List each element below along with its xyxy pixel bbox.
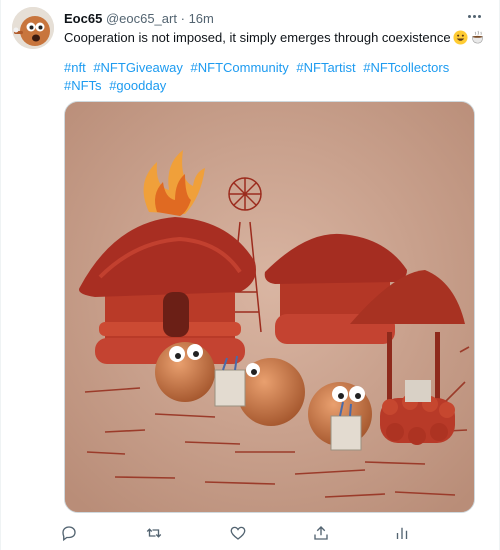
hashtag-link[interactable]: #NFTGiveaway bbox=[93, 60, 183, 75]
hot-beverage-icon bbox=[470, 30, 486, 50]
hashtag-link[interactable]: #NFTartist bbox=[296, 60, 355, 75]
reply-icon[interactable] bbox=[58, 522, 80, 544]
tweet-header: Eoc65 @eoc65_art · 16m bbox=[64, 10, 487, 28]
tweet-media-image[interactable] bbox=[64, 101, 475, 513]
grinning-face-icon bbox=[453, 30, 468, 50]
tweet-card[interactable]: Eoc65 @eoc65_art · 16m Cooperation is no… bbox=[0, 0, 500, 550]
retweet-icon[interactable] bbox=[143, 522, 165, 544]
avatar-image bbox=[12, 7, 54, 49]
hashtag-link[interactable]: #nft bbox=[64, 60, 86, 75]
hashtag-link[interactable]: #NFTcollectors bbox=[363, 60, 449, 75]
heart-icon[interactable] bbox=[227, 522, 249, 544]
nft-artwork bbox=[65, 102, 474, 512]
tweet-text: Cooperation is not imposed, it simply em… bbox=[64, 29, 483, 50]
share-icon[interactable] bbox=[310, 522, 332, 544]
timestamp[interactable]: 16m bbox=[189, 11, 214, 26]
hashtag-list: #nft #NFTGiveaway #NFTCommunity #NFTarti… bbox=[64, 59, 484, 95]
tweet-actions bbox=[62, 522, 424, 544]
hashtag-link[interactable]: #NFTs bbox=[64, 78, 102, 93]
display-name[interactable]: Eoc65 bbox=[64, 11, 102, 26]
hashtag-link[interactable]: #goodday bbox=[109, 78, 166, 93]
user-handle[interactable]: @eoc65_art bbox=[106, 11, 177, 26]
hashtag-link[interactable]: #NFTCommunity bbox=[191, 60, 289, 75]
tweet-text-body: Cooperation is not imposed, it simply em… bbox=[64, 30, 451, 45]
analytics-icon[interactable] bbox=[391, 522, 413, 544]
more-options-icon[interactable] bbox=[463, 8, 485, 24]
separator-dot: · bbox=[180, 11, 185, 26]
avatar[interactable] bbox=[12, 7, 54, 49]
